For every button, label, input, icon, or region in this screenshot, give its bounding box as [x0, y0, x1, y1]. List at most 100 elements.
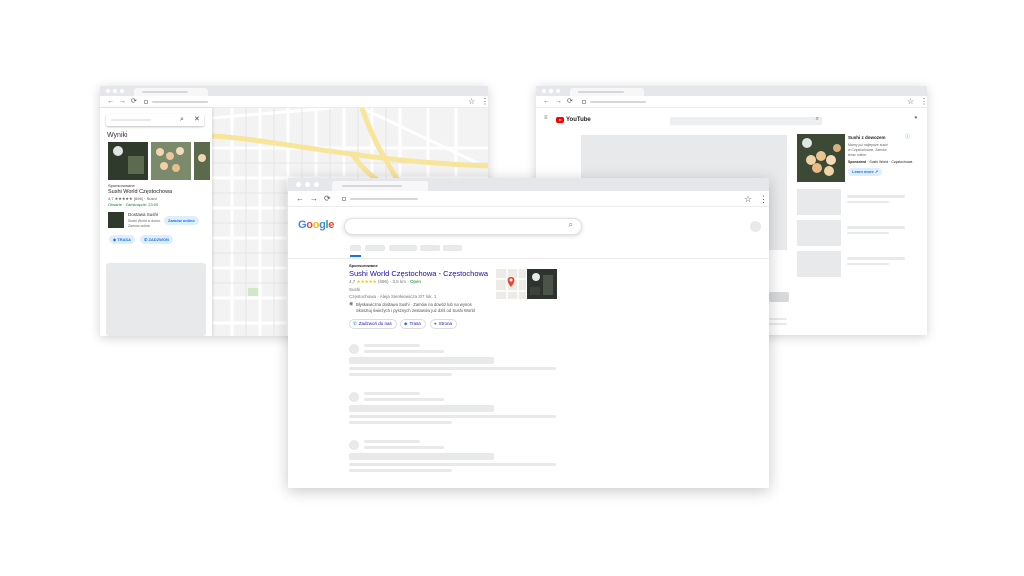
rating-stars: ★★★★★ [356, 279, 377, 284]
sponsor-label: Sponsored [848, 160, 867, 164]
logo-letter-5: e [328, 219, 335, 231]
forward-icon[interactable]: → [310, 194, 318, 204]
info-icon: ◉ [349, 301, 354, 307]
search-icon[interactable]: ⌕ [180, 114, 184, 126]
secondary-thumbnail [108, 212, 124, 228]
business-name[interactable]: Sushi World Częstochowa [108, 189, 172, 195]
result-title-placeholder-2[interactable] [349, 405, 494, 412]
review-count: (696) [377, 279, 389, 284]
tab-bar [288, 178, 769, 191]
active-tab-indicator [350, 255, 361, 257]
forward-icon[interactable]: → [555, 97, 562, 107]
route-button[interactable]: ◆ TRASA [109, 235, 135, 244]
address-bar: ← → ⟳ ☆ ⋮ [536, 96, 927, 108]
account-avatar[interactable] [750, 221, 761, 232]
maps-search-input[interactable]: ⌕ ✕ [106, 114, 204, 126]
route-chip-label: Trasa [409, 321, 421, 326]
secondary-line-2: Zamów online. [128, 224, 151, 228]
tab-news[interactable] [420, 245, 440, 251]
route-chip[interactable]: ◆ Trasa [400, 319, 426, 329]
back-icon[interactable]: ← [296, 194, 304, 204]
sponsor-line: Sponsored · Sushi World · Częstochowa [848, 160, 913, 164]
results-heading: Wyniki [107, 132, 128, 139]
panel-placeholder-card [106, 263, 206, 336]
marketing-collage: ← → ⟳ ☆ ⋮ ⌕ ✕ Wyniki Sponsorowane Sushi … [0, 0, 1024, 576]
play-icon [556, 117, 564, 123]
url-field[interactable] [582, 99, 702, 105]
rating-line: 4,7 ★★★★★ (696) · 3,5 km · Open [349, 279, 422, 284]
reload-icon[interactable]: ⟳ [324, 194, 331, 204]
learn-more-label: Learn more [852, 169, 874, 174]
tab-bar [536, 86, 927, 96]
result-title-placeholder-1[interactable] [349, 357, 494, 364]
google-search-input[interactable]: ⌕ [344, 218, 582, 235]
address-bar: ← → ⟳ ☆ ⋮ [288, 191, 769, 207]
ad-thumbnail[interactable] [797, 134, 845, 182]
google-browser-window: ← → ⟳ ☆ ⋮ Google ⌕ Sponsorowane Sushi Wo… [288, 178, 769, 488]
reload-icon[interactable]: ⟳ [567, 97, 573, 107]
url-field[interactable] [342, 196, 492, 202]
map-thumbnail[interactable] [496, 269, 526, 299]
call-button[interactable]: ✆ ZADZWOŃ [140, 235, 173, 244]
menu-icon[interactable]: ⋮ [759, 193, 768, 205]
google-logo[interactable]: Google [298, 219, 334, 231]
browser-tab[interactable] [570, 88, 644, 96]
forward-icon[interactable]: → [119, 97, 126, 107]
menu-icon[interactable]: ⋮ [481, 96, 488, 108]
description-line-2: Skosztuj świeżych i pysznych zestawów ju… [356, 308, 475, 313]
tab-bar [100, 86, 488, 96]
youtube-logo[interactable]: YouTube [556, 117, 591, 123]
result-title-placeholder-3[interactable] [349, 453, 494, 460]
account-icon[interactable]: ● [914, 115, 918, 121]
globe-icon: ● [434, 321, 437, 326]
browser-tab[interactable] [332, 181, 428, 191]
bookmark-star-icon[interactable]: ☆ [907, 96, 914, 108]
result-photos[interactable] [108, 142, 210, 180]
tab-maps[interactable] [389, 245, 417, 251]
phone-icon: ✆ [353, 321, 357, 326]
info-icon[interactable]: ⓘ [905, 133, 910, 140]
browser-tab[interactable] [134, 88, 208, 96]
tab-all[interactable] [350, 245, 361, 251]
yt-search-input[interactable]: ⌕ [670, 116, 822, 125]
menu-icon[interactable]: ⋮ [920, 96, 927, 108]
header-divider [288, 258, 769, 259]
back-icon[interactable]: ← [543, 97, 550, 107]
address: Częstochowa · Aleja Sienkiewicza 3/7 lok… [349, 294, 437, 299]
tab-videos[interactable] [443, 245, 462, 251]
business-status: Otwarte · Zamknięcie: 23:00 [108, 202, 159, 207]
directions-icon: ◆ [404, 321, 408, 326]
sponsored-label: Sponsorowane [349, 263, 378, 268]
website-chip[interactable]: ● Strona [430, 319, 457, 329]
bookmark-star-icon[interactable]: ☆ [744, 193, 752, 205]
reload-icon[interactable]: ⟳ [131, 97, 137, 107]
result-title[interactable]: Sushi World Częstochowa - Częstochowa [349, 269, 488, 278]
url-field[interactable] [144, 99, 264, 105]
suggested-thumb-1[interactable] [797, 189, 841, 215]
hamburger-menu-icon[interactable]: ≡ [544, 115, 548, 121]
external-link-icon: ↗ [874, 169, 879, 174]
close-icon[interactable]: ✕ [194, 114, 200, 126]
business-photo[interactable] [527, 269, 557, 299]
website-chip-label: Strona [438, 321, 452, 326]
call-chip[interactable]: ✆ Zadzwoń do nas [349, 319, 397, 329]
ad-title[interactable]: Sushi z dowozem [848, 135, 886, 141]
search-icon[interactable]: ⌕ [816, 116, 819, 123]
back-icon[interactable]: ← [107, 97, 114, 107]
rating-value: 4,7 [349, 279, 356, 284]
suggested-thumb-2[interactable] [797, 220, 841, 246]
ad-line-3: teraz online. [848, 153, 868, 157]
result-favicon-3 [349, 440, 359, 450]
suggested-thumb-3[interactable] [797, 251, 841, 277]
tab-images[interactable] [365, 245, 385, 251]
call-chip-label: Zadzwoń do nas [358, 321, 392, 326]
result-favicon-2 [349, 392, 359, 402]
learn-more-button[interactable]: Learn more ↗ [848, 168, 883, 176]
open-status: Open [410, 279, 422, 284]
sponsor-name: Sushi World · Częstochowa [869, 160, 913, 164]
bookmark-star-icon[interactable]: ☆ [468, 96, 475, 108]
route-label: TRASA [117, 237, 131, 242]
logo-text: YouTube [566, 117, 591, 123]
search-icon[interactable]: ⌕ [569, 220, 573, 230]
order-online-button[interactable]: Zamów online [164, 216, 199, 225]
